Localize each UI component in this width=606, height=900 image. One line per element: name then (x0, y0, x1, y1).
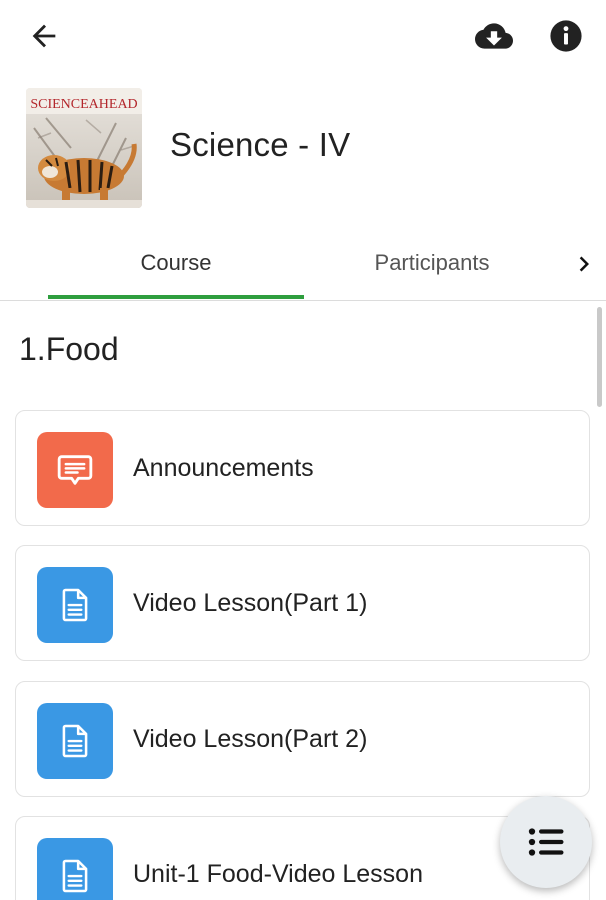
tab-course[interactable]: Course (48, 228, 304, 298)
document-icon (37, 567, 113, 643)
tab-participants[interactable]: Participants (304, 228, 560, 298)
activity-item-announcements[interactable]: Announcements (15, 410, 590, 526)
activity-label: Video Lesson(Part 1) (133, 588, 368, 617)
activity-item-video-lesson-part-2[interactable]: Video Lesson(Part 2) (15, 681, 590, 797)
cloud-download-icon (475, 23, 513, 49)
scrollbar[interactable] (597, 307, 602, 407)
course-index-button[interactable] (500, 796, 592, 888)
tabs-next-button[interactable] (566, 242, 602, 286)
back-button[interactable] (22, 14, 66, 58)
info-circle-icon (550, 20, 582, 52)
activity-label: Announcements (133, 453, 314, 482)
activity-label: Video Lesson(Part 2) (133, 724, 368, 753)
course-index-list-icon (528, 828, 564, 856)
arrow-left-icon (32, 24, 56, 48)
activity-label: Unit-1 Food-Video Lesson (133, 859, 423, 888)
course-title: Science - IV (170, 126, 351, 163)
svg-text:SCIENCEAHEAD: SCIENCEAHEAD (30, 97, 137, 112)
course-header: SCIENCEAHEAD Science - IV (0, 80, 606, 220)
course-cover-image: SCIENCEAHEAD (26, 88, 142, 208)
active-tab-indicator (48, 295, 304, 299)
course-tabs: Course Participants (0, 228, 606, 301)
info-button[interactable] (544, 14, 588, 58)
document-icon (37, 703, 113, 779)
forum-icon (37, 432, 113, 508)
top-app-bar (0, 0, 606, 72)
section-title: 1.Food (19, 331, 119, 367)
activity-item-video-lesson-part-1[interactable]: Video Lesson(Part 1) (15, 545, 590, 661)
download-button[interactable] (472, 14, 516, 58)
document-icon (37, 838, 113, 900)
chevron-right-icon (579, 256, 589, 272)
